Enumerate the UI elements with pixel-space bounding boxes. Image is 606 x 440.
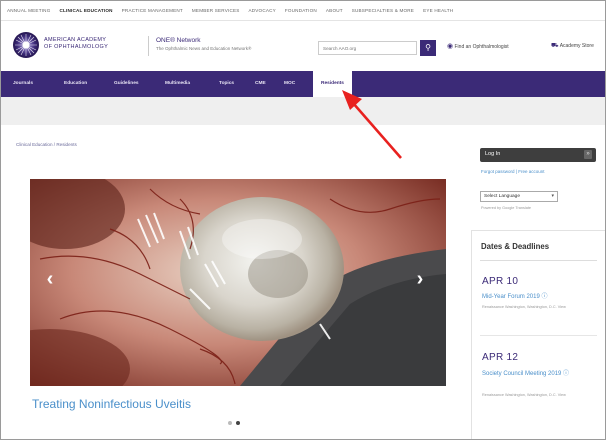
utility-nav-subspecialties[interactable]: Subspecialties & More <box>352 8 414 13</box>
login-button[interactable]: Log In » <box>480 148 596 162</box>
utility-nav-annual-meeting[interactable]: Annual Meeting <box>7 8 50 13</box>
sub-nav-band <box>1 97 605 125</box>
utility-nav-advocacy[interactable]: Advocacy <box>249 8 276 13</box>
logo-line-2: of Ophthalmology <box>44 43 109 50</box>
utility-nav: Annual Meeting Clinical Education Practi… <box>1 1 605 21</box>
nav-item-residents[interactable]: Residents <box>313 71 352 97</box>
utility-nav-about[interactable]: About <box>326 8 343 13</box>
nav-item-multimedia[interactable]: Multimedia <box>165 71 190 97</box>
carousel-dot-2[interactable] <box>236 421 240 425</box>
nav-item-journals[interactable]: Journals <box>13 71 33 97</box>
header-divider <box>148 36 149 56</box>
carousel-next-icon[interactable]: › <box>413 269 427 289</box>
utility-nav-member-services[interactable]: Member Services <box>192 8 240 13</box>
nav-item-cme[interactable]: CME <box>255 71 266 97</box>
event-date: APR 12 <box>482 352 519 363</box>
browser-viewport: Annual Meeting Clinical Education Practi… <box>0 0 606 440</box>
carousel-pagination <box>228 421 240 425</box>
language-select-value: Select Language <box>484 194 521 199</box>
one-network-subtitle: The Ophthalmic News and Education Networ… <box>156 46 252 51</box>
carousel-prev-icon[interactable]: ‹ <box>43 269 57 289</box>
event-date: APR 10 <box>482 276 519 287</box>
dates-title-divider <box>480 260 597 261</box>
logo-line-1: American Academy <box>44 37 107 43</box>
featured-carousel-image[interactable] <box>30 179 446 386</box>
nav-item-guidelines[interactable]: Guidelines <box>114 71 139 97</box>
event-title-link[interactable]: Society Council Meeting 2019 ⓘ <box>482 370 592 378</box>
utility-nav-practice-management[interactable]: Practice Management <box>122 8 183 13</box>
cart-icon: ⛟ <box>551 43 559 49</box>
find-ophthalmologist-link[interactable]: ◉ Find an Ophthalmologist <box>447 42 509 50</box>
carousel-dot-1[interactable] <box>228 421 232 425</box>
site-header: American Academy of Ophthalmology ONE® N… <box>1 21 605 71</box>
event-divider <box>480 335 597 336</box>
event-title-link[interactable]: Mid-Year Forum 2019 ⓘ <box>482 293 592 301</box>
search-input[interactable] <box>318 41 417 55</box>
nav-item-topics[interactable]: Topics <box>219 71 234 97</box>
carousel-caption-link[interactable]: Treating Noninfectious Uveitis <box>32 397 191 411</box>
powered-by-translate: Powered by Google Translate <box>481 206 532 210</box>
account-links: Forgot password | Free account <box>481 169 544 174</box>
academy-logo-icon[interactable] <box>13 32 39 58</box>
login-label: Log In <box>485 151 501 157</box>
nav-item-moc[interactable]: MOC <box>284 71 295 97</box>
search-button[interactable]: ⚲ <box>420 40 436 56</box>
academy-store-label: Academy Store <box>559 43 594 49</box>
search-icon: ⚲ <box>425 43 431 52</box>
utility-nav-eye-health[interactable]: Eye Health <box>423 8 453 13</box>
event-location: Renaissance Washington, Washington, D.C.… <box>482 393 566 397</box>
academy-store-link[interactable]: ⛟ Academy Store <box>551 42 594 50</box>
forgot-password-link[interactable]: Forgot password <box>481 169 515 174</box>
login-expand-icon: » <box>584 150 592 159</box>
utility-nav-clinical-education[interactable]: Clinical Education <box>59 8 112 13</box>
dates-deadlines-title: Dates & Deadlines <box>481 242 550 251</box>
nav-item-education[interactable]: Education <box>64 71 87 97</box>
find-ophthalmologist-label: Find an Ophthalmologist <box>454 44 509 50</box>
language-select[interactable]: Select Language ▾ <box>480 191 558 202</box>
academy-logo-text[interactable]: American Academy of Ophthalmology <box>44 37 108 50</box>
event-location: Renaissance Washington, Washington, D.C.… <box>482 305 566 309</box>
utility-nav-foundation[interactable]: Foundation <box>285 8 317 13</box>
create-account-link[interactable]: Free account <box>518 169 544 174</box>
main-nav: Journals Education Guidelines Multimedia… <box>1 71 605 97</box>
eye-icon: ◉ <box>447 43 454 50</box>
one-network-title[interactable]: ONE® Network <box>156 37 201 44</box>
chevron-down-icon: ▾ <box>551 193 554 199</box>
breadcrumb[interactable]: Clinical Education / Residents <box>16 142 77 147</box>
